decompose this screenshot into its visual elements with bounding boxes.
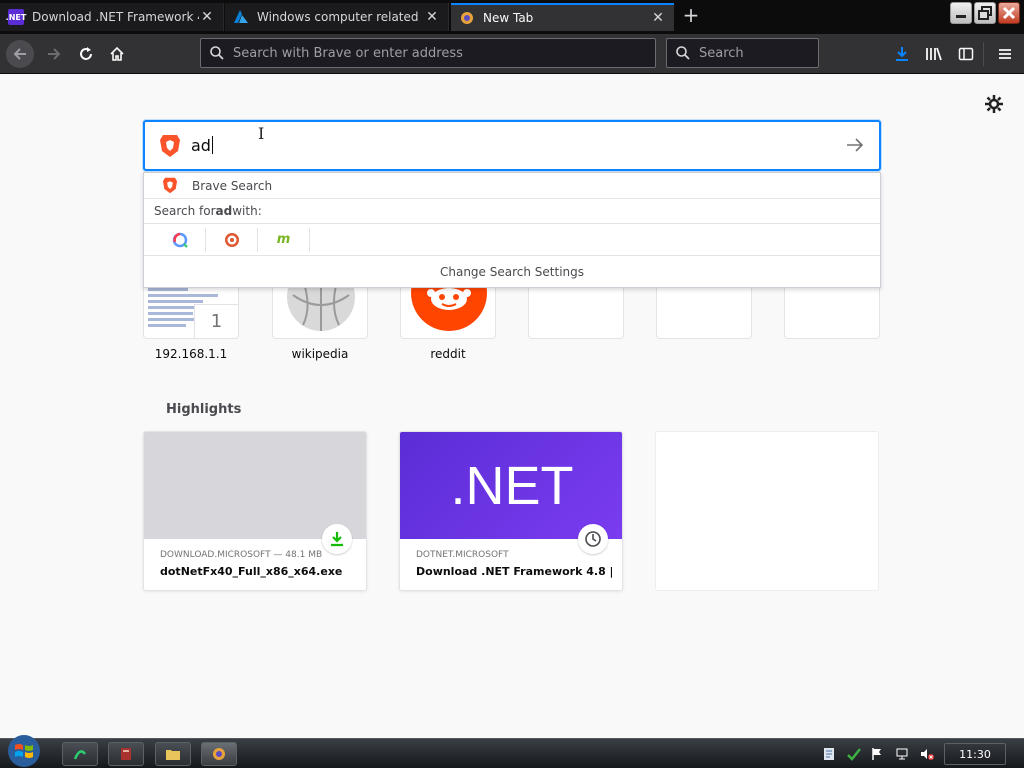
close-tab-icon[interactable]: ✕ [424,9,440,25]
downloads-icon[interactable] [892,44,912,64]
azure-favicon-icon [233,9,249,25]
firefox-favicon-icon [459,10,475,26]
tab-dotnet[interactable]: .NET Download .NET Framework 4 ✕ [0,3,224,31]
highlight-card-dotnet[interactable]: .NET DOTNET.MICROSOFT Download .NET Fram… [399,431,623,591]
top-site-empty[interactable] [784,285,880,339]
maximize-button[interactable] [974,2,996,24]
download-icon [322,524,352,554]
suggestion-label: Brave Search [192,178,273,193]
taskbar-app-explorer[interactable] [155,742,191,766]
one-off-engines: m [144,224,880,256]
card-thumbnail [144,432,366,539]
tray-network-icon[interactable] [895,747,909,761]
close-tab-icon[interactable]: ✕ [199,9,215,25]
change-search-settings-button[interactable]: Change Search Settings [144,256,880,287]
search-term: ad [215,204,233,218]
close-window-button[interactable] [998,2,1020,24]
tab-windows[interactable]: Windows computer related ✕ [225,3,449,31]
back-button[interactable] [6,40,34,68]
text-cursor-icon: I [258,124,265,143]
wikipedia-globe-icon [287,285,355,331]
top-site-192-168-1-1[interactable]: 1 [143,285,239,339]
address-bar[interactable]: Search with Brave or enter address [200,38,656,68]
search-icon [210,46,224,60]
pin-number: 1 [194,304,238,338]
sidebar-icon[interactable] [956,44,976,64]
windows-taskbar: 11:30 [0,735,1024,768]
tab-title: New Tab [483,11,534,25]
arrow-right-icon [48,48,61,60]
menu-icon[interactable] [995,44,1015,64]
qwant-icon[interactable] [154,227,206,252]
top-site-reddit[interactable] [400,285,496,339]
dotnet-favicon-icon: .NET [6,9,26,25]
browser-icon [213,748,225,760]
close-tab-icon[interactable]: ✕ [650,10,666,26]
tab-title: Download .NET Framework 4 [32,10,199,24]
top-site-label: reddit [430,347,466,361]
reload-button[interactable] [72,40,100,68]
forward-button[interactable] [40,40,68,68]
toolbar-divider [983,42,984,66]
top-site-wikipedia[interactable] [272,285,368,339]
highlight-card-empty [655,431,879,591]
top-site-label: 192.168.1.1 [154,347,228,361]
card-title: dotNetFx40_Full_x86_x64.exe [160,565,343,578]
brave-search-suggestion[interactable]: Brave Search [144,173,880,199]
top-site-empty[interactable] [528,285,624,339]
taskbar-app-terminal[interactable] [62,742,98,766]
tray-flag-icon[interactable] [870,747,884,761]
highlights-heading: Highlights [166,402,242,417]
reddit-logo-icon [411,285,487,331]
taskbar-app-browser[interactable] [201,742,237,766]
home-button[interactable] [103,40,131,68]
taskbar-clock[interactable]: 11:30 [944,743,1006,765]
minimize-button[interactable] [950,2,972,24]
archive-icon [121,748,131,760]
folder-icon [166,750,180,760]
card-title: Download .NET Framework 4.8 | ... [416,565,612,578]
home-icon [110,46,124,61]
gear-icon[interactable] [984,94,1004,114]
highlight-card-download[interactable]: DOWNLOAD.MICROSOFT — 48.1 MB dotNetFx40_… [143,431,367,591]
brave-lion-icon [159,134,181,161]
nav-toolbar: Search with Brave or enter address Searc… [0,34,1024,74]
arrow-right-icon[interactable] [845,135,865,158]
search-for-prefix: Search for [154,204,216,218]
card-source: DOTNET.MICROSOFT [416,550,509,560]
search-bar[interactable]: Search [666,38,819,68]
reload-icon [80,47,92,60]
new-tab-plus-icon[interactable]: + [680,5,702,27]
search-for-header: Search for ad with: [144,199,880,224]
search-bar-placeholder: Search [699,45,744,61]
card-thumbnail: .NET [400,432,622,539]
start-button[interactable] [4,733,44,768]
duckduckgo-icon[interactable] [206,227,258,252]
tray-security-icon[interactable] [846,747,861,761]
top-site-empty[interactable] [656,285,752,339]
taskbar-app-archive[interactable] [108,742,144,766]
arrow-left-icon [13,48,26,60]
history-icon [578,524,608,554]
newtab-search-input[interactable]: ad [191,136,213,155]
dotnet-image-text: .NET [450,455,574,516]
address-bar-placeholder: Search with Brave or enter address [233,45,463,61]
newtab-search-box[interactable]: ad [143,120,881,171]
top-site-label: wikipedia [291,347,349,361]
search-icon [676,46,690,60]
search-for-suffix: with: [232,204,262,218]
windows-logo-icon [8,735,40,767]
search-suggestions-dropdown: Brave Search Search for ad with: m Chang… [143,172,881,288]
app-icon [73,750,87,760]
tab-new-tab[interactable]: New Tab ✕ [451,3,674,31]
mojeek-icon[interactable]: m [258,227,310,252]
new-tab-page: 1 192.168.1.1 wikipedia reddit Highlight… [0,75,1024,738]
card-source: DOWNLOAD.MICROSOFT — 48.1 MB [160,550,323,560]
brave-lion-icon [162,177,178,194]
tab-strip: .NET Download .NET Framework 4 ✕ Windows… [0,0,1024,34]
library-icon[interactable] [924,44,944,64]
tray-document-icon[interactable] [822,747,836,761]
tab-title: Windows computer related [257,10,419,24]
tray-volume-muted-icon[interactable] [920,747,934,761]
